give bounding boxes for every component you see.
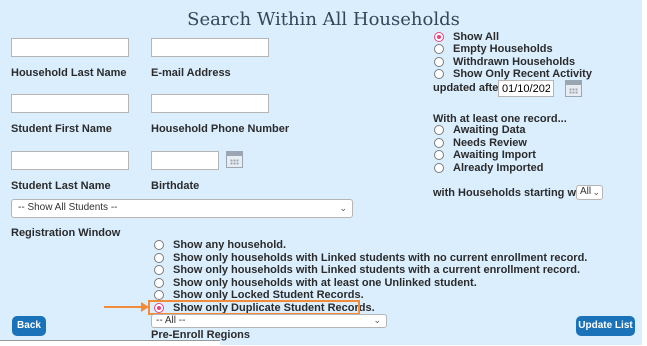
starting-with-label: with Households starting with: bbox=[433, 187, 594, 199]
chevron-down-icon: ⌄ bbox=[373, 315, 381, 325]
student-last-name-input[interactable] bbox=[11, 151, 129, 170]
radio-already-imported[interactable]: Already Imported bbox=[434, 162, 543, 174]
radio-icon bbox=[434, 163, 444, 173]
radio-icon bbox=[434, 69, 444, 79]
students-select[interactable]: -- Show All Students -- ⌄ bbox=[11, 199, 353, 218]
phone-label: Household Phone Number bbox=[151, 123, 290, 135]
radio-icon bbox=[154, 253, 164, 263]
calendar-icon[interactable] bbox=[565, 80, 582, 97]
radio-any-household[interactable]: Show any household. bbox=[154, 239, 286, 251]
radio-icon bbox=[154, 290, 164, 300]
student-first-name-label: Student First Name bbox=[11, 123, 112, 135]
radio-icon bbox=[154, 265, 164, 275]
radio-icon bbox=[434, 44, 444, 54]
students-select-value: -- Show All Students -- bbox=[18, 202, 118, 213]
chevron-down-icon: ⌄ bbox=[592, 187, 600, 197]
household-last-name-input[interactable] bbox=[11, 38, 129, 57]
calendar-icon[interactable] bbox=[226, 151, 243, 168]
region-select-value: -- All -- bbox=[156, 315, 186, 326]
radio-icon bbox=[434, 125, 444, 135]
radio-icon bbox=[434, 138, 444, 148]
update-list-button[interactable]: Update List bbox=[576, 316, 635, 336]
radio-icon bbox=[154, 278, 164, 288]
email-label: E-mail Address bbox=[151, 67, 231, 79]
arrow-head-icon bbox=[141, 302, 149, 312]
radio-icon bbox=[434, 150, 444, 160]
email-input[interactable] bbox=[151, 38, 269, 57]
radio-linked-current-enrollment[interactable]: Show only households with Linked student… bbox=[154, 264, 580, 276]
household-last-name-label: Household Last Name bbox=[11, 67, 127, 79]
chevron-down-icon: ⌄ bbox=[339, 203, 347, 213]
birthdate-label: Birthdate bbox=[151, 180, 200, 192]
radio-selected-icon bbox=[434, 32, 444, 42]
starting-with-select[interactable]: All ⌄ bbox=[576, 185, 603, 200]
radio-needs-review[interactable]: Needs Review bbox=[434, 137, 527, 149]
updated-after-input[interactable] bbox=[498, 80, 554, 97]
birthdate-input[interactable] bbox=[151, 151, 219, 170]
radio-show-all[interactable]: Show All bbox=[434, 31, 499, 43]
radio-empty-households[interactable]: Empty Households bbox=[434, 43, 553, 55]
radio-unlinked-student[interactable]: Show only households with at least one U… bbox=[154, 277, 477, 289]
radio-linked-no-enrollment[interactable]: Show only households with Linked student… bbox=[154, 252, 587, 264]
back-button[interactable]: Back bbox=[12, 316, 46, 336]
arrow-icon bbox=[104, 306, 144, 308]
highlight-box bbox=[148, 300, 360, 315]
student-last-name-label: Student Last Name bbox=[11, 180, 111, 192]
phone-input[interactable] bbox=[151, 94, 269, 113]
updated-after-label: updated after bbox=[433, 82, 503, 94]
radio-awaiting-import[interactable]: Awaiting Import bbox=[434, 149, 536, 161]
radio-icon bbox=[434, 57, 444, 67]
scrollbar[interactable] bbox=[0, 340, 220, 346]
radio-awaiting-data[interactable]: Awaiting Data bbox=[434, 124, 526, 136]
radio-icon bbox=[154, 240, 164, 250]
page-title: Search Within All Households bbox=[187, 9, 460, 30]
student-first-name-input[interactable] bbox=[11, 94, 129, 113]
radio-withdrawn-households[interactable]: Withdrawn Households bbox=[434, 56, 575, 68]
registration-window-label: Registration Window bbox=[11, 227, 121, 239]
starting-with-value: All bbox=[580, 186, 592, 197]
radio-recent-activity[interactable]: Show Only Recent Activity bbox=[434, 68, 592, 80]
region-select[interactable]: -- All -- ⌄ bbox=[151, 314, 387, 328]
